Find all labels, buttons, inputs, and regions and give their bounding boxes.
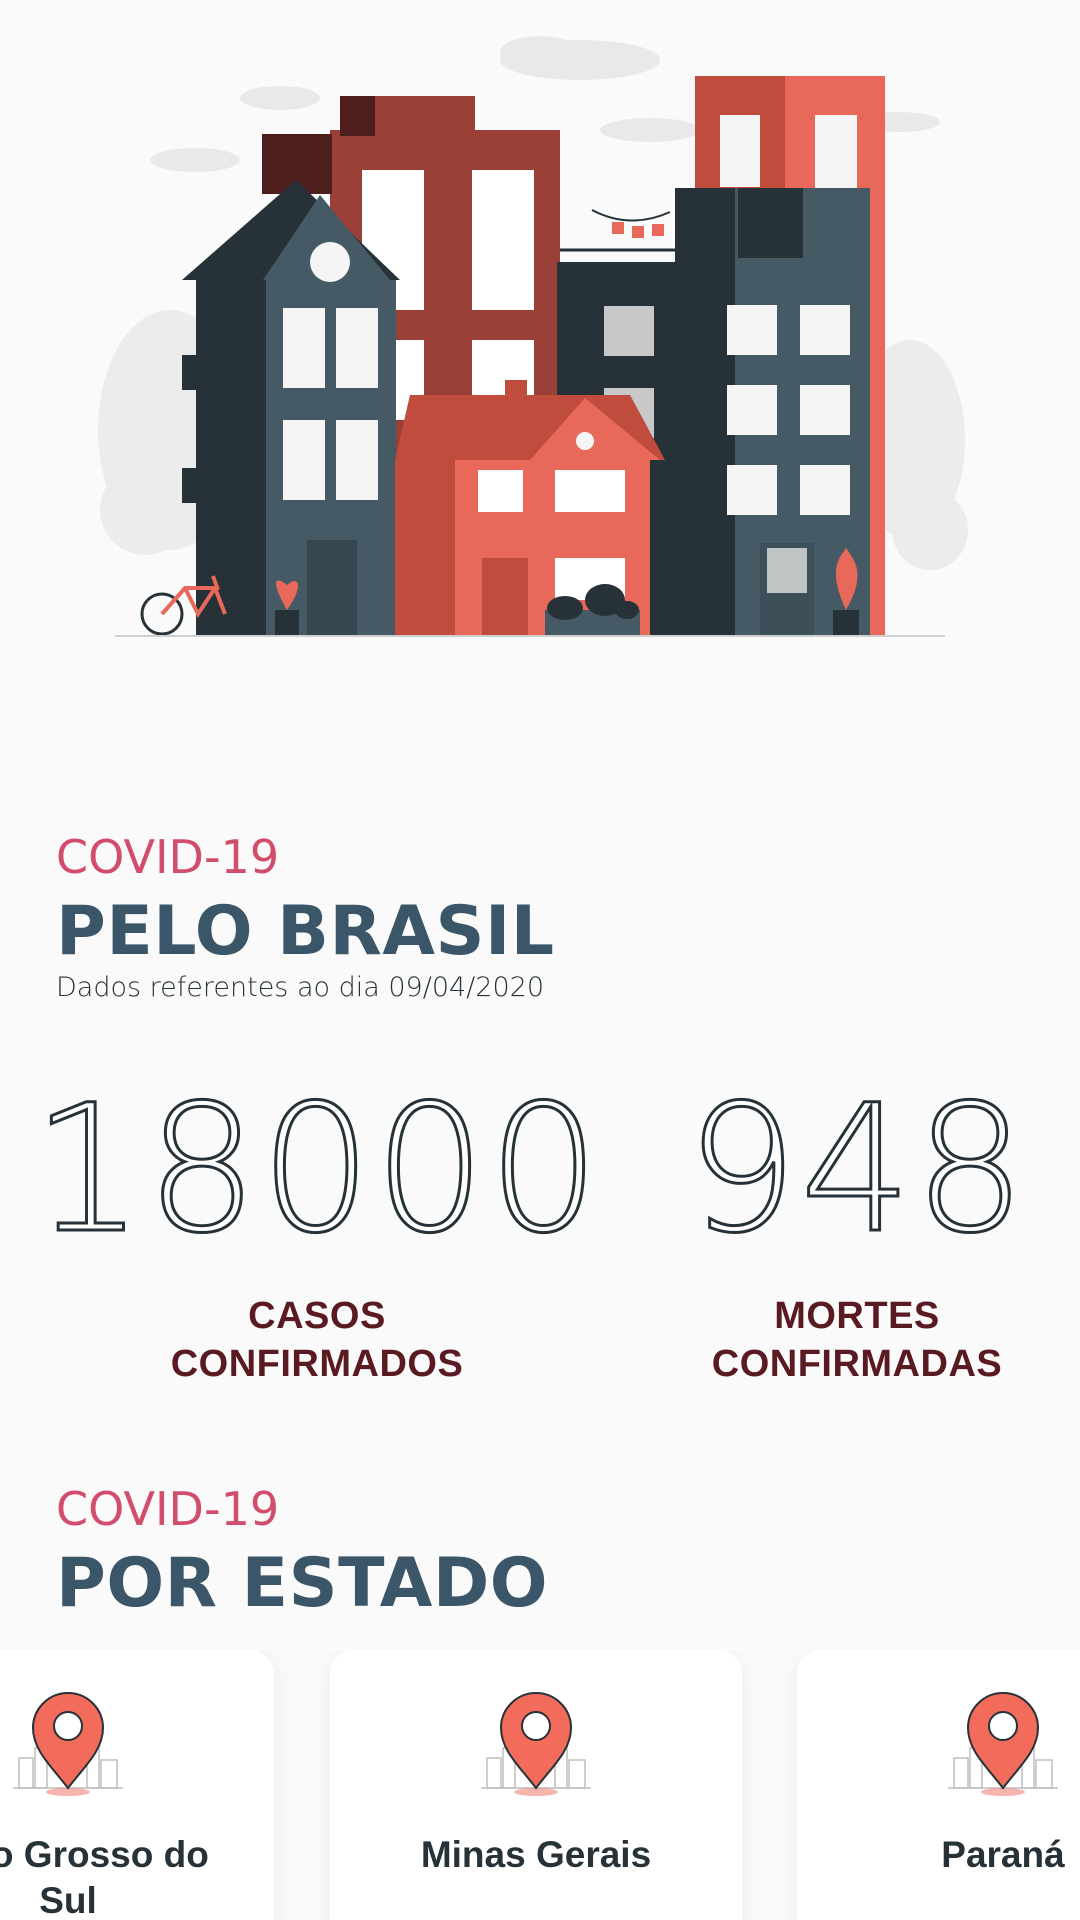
brasil-kicker: COVID-19 [56, 830, 280, 884]
brasil-title: PELO BRASIL [56, 892, 555, 971]
estado-kicker: COVID-19 [56, 1482, 280, 1536]
confirmed-cases-value: 18000 [31, 1067, 602, 1272]
confirmed-cases-label: CASOS CONFIRMADOS [32, 1292, 602, 1388]
location-pin-icon [13, 1692, 123, 1796]
state-name-line1: Mato Grosso do [0, 1834, 209, 1875]
state-name-line1: Paraná [941, 1834, 1065, 1875]
location-pin-icon [481, 1692, 591, 1796]
confirmed-deaths-label-line2: CONFIRMADAS [711, 1343, 1003, 1385]
state-name: Mato Grosso do Sul [0, 1832, 274, 1920]
state-name: Minas Gerais [330, 1832, 742, 1878]
confirmed-cases-stat: 18000 CASOS CONFIRMADOS [31, 1067, 602, 1388]
location-pin-icon [948, 1692, 1058, 1796]
state-cards-carousel[interactable]: Mato Grosso do Sul Minas Gerais [0, 1650, 1080, 1920]
state-name: Paraná [797, 1832, 1080, 1878]
confirmed-deaths-label: MORTES CONFIRMADAS [632, 1292, 1080, 1388]
confirmed-deaths-label-line1: MORTES [774, 1295, 940, 1337]
state-card[interactable]: Minas Gerais [330, 1650, 742, 1920]
brasil-subtitle: Dados referentes ao dia 09/04/2020 [56, 972, 544, 1003]
estado-title: POR ESTADO [56, 1544, 549, 1623]
confirmed-cases-label-line1: CASOS [248, 1295, 386, 1337]
state-name-line1: Minas Gerais [420, 1834, 652, 1875]
hero-illustration [0, 0, 1080, 680]
state-name-line2: Sul [39, 1880, 97, 1920]
city-buildings-illustration [98, 36, 968, 637]
confirmed-deaths-value: 948 [685, 1067, 1028, 1272]
confirmed-cases-label-line2: CONFIRMADOS [170, 1343, 464, 1385]
confirmed-deaths-stat: 948 MORTES CONFIRMADAS [632, 1067, 1080, 1388]
state-card[interactable]: Mato Grosso do Sul [0, 1650, 274, 1920]
state-card[interactable]: Paraná [797, 1650, 1080, 1920]
